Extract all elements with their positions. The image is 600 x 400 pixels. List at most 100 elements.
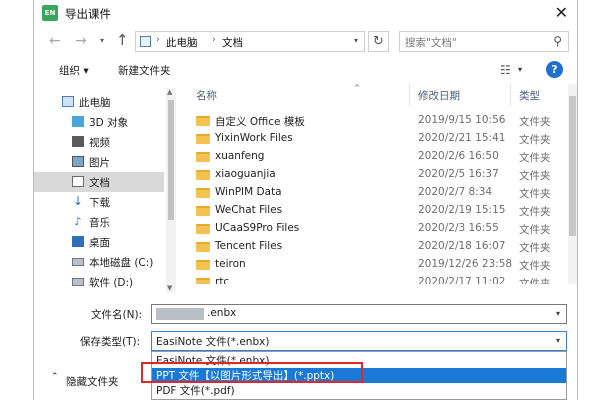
file-row[interactable]: YixinWork Files 2020/2/21 15:41 文件夹 [182,130,572,148]
download-icon: ↓ [72,194,84,208]
file-type: 文件夹 [519,278,551,284]
file-row[interactable]: WeChat Files 2020/2/19 15:15 文件夹 [182,202,572,220]
filetype-dropdown-list: EasiNote 文件(*.enbx) PPT 文件【以图片形式导出】(*.pp… [151,351,567,400]
column-header-type[interactable]: 类型 [519,84,540,106]
export-dialog: EN 导出课件 ✕ ← → ▾ ↑ › 此电脑 › 文档 ▾ ↻ 搜索"文档" … [33,0,578,400]
chevron-up-icon[interactable]: ⌃ [51,372,59,382]
sidebar-item-drive-c[interactable]: 本地磁盘 (C:) [34,252,164,272]
file-row[interactable]: rtc 2020/2/17 11:02 文件夹 [182,274,572,284]
file-type: 文件夹 [519,260,551,272]
file-type: 文件夹 [519,224,551,236]
folder-icon [196,152,210,162]
close-icon[interactable]: ✕ [555,3,568,22]
view-options-icon[interactable]: ☷ [500,63,511,77]
folder-icon [196,260,210,270]
breadcrumb-documents[interactable]: 文档 [222,35,243,50]
column-header-name[interactable]: 名称 [196,84,217,106]
breadcrumb-separator-icon[interactable]: › [156,35,160,45]
sidebar-item-label: 文档 [89,177,110,189]
refresh-icon[interactable]: ↻ [368,31,389,52]
sidebar-item-label: 软件 (D:) [89,277,134,289]
sidebar-item-videos[interactable]: 视频 [34,132,164,152]
breadcrumb-separator-icon[interactable]: › [212,35,216,45]
filetype-option-enbx[interactable]: EasiNote 文件(*.enbx) [152,353,566,368]
back-arrow-icon[interactable]: ← [49,33,61,49]
new-folder-button[interactable]: 新建文件夹 [118,63,171,78]
file-name: 自定义 Office 模板 [215,116,305,128]
file-row[interactable]: xiaoguanjia 2020/2/5 16:37 文件夹 [182,166,572,184]
forward-arrow-icon[interactable]: → [75,33,87,49]
sidebar-item-desktop[interactable]: 桌面 [34,232,164,252]
file-name: rtc [215,276,230,284]
hide-folders-button[interactable]: 隐藏文件夹 [66,374,119,389]
file-row[interactable]: UCaaS9Pro Files 2020/2/3 16:55 文件夹 [182,220,572,238]
sidebar-item-label: 图片 [89,157,110,169]
sidebar-item-downloads[interactable]: ↓ 下载 [34,192,164,212]
folder-icon [196,170,210,180]
breadcrumb-this-pc[interactable]: 此电脑 [166,35,198,50]
address-chevron-down-icon[interactable]: ▾ [354,36,358,45]
file-list-scrollbar[interactable] [568,84,577,284]
column-divider[interactable] [510,84,511,106]
sidebar-scrollbar[interactable]: ▲ ▼ [166,88,176,293]
scroll-up-icon[interactable]: ▲ [167,88,172,96]
column-header-date[interactable]: 修改日期 [418,84,460,106]
pictures-icon [72,156,84,167]
organize-button[interactable]: 组织 ▾ [59,63,89,78]
file-date: 2020/2/19 15:15 [418,204,506,216]
search-icon[interactable]: ⚲ [553,34,562,48]
sidebar-item-label: 音乐 [89,217,110,229]
filetype-selected-value: EasiNote 文件(*.enbx) [156,336,270,348]
title-bar: EN 导出课件 ✕ [34,0,577,28]
sidebar-item-label: 桌面 [89,237,110,249]
sidebar-item-this-pc[interactable]: 此电脑 [34,92,164,112]
chevron-down-icon[interactable]: ▾ [556,309,560,318]
file-name: xiaoguanjia [215,168,276,180]
file-name: UCaaS9Pro Files [215,222,300,234]
filetype-option-pptx[interactable]: PPT 文件【以图片形式导出】(*.pptx) [152,368,566,383]
filename-field[interactable]: .enbx ▾ [151,304,567,324]
file-type: 文件夹 [519,206,551,218]
help-icon[interactable]: ? [546,61,563,78]
file-row[interactable]: 自定义 Office 模板 2019/9/15 10:56 文件夹 [182,112,572,130]
file-name: xuanfeng [215,150,265,162]
file-type: 文件夹 [519,134,551,146]
file-name: WeChat Files [215,204,283,216]
navigation-bar: ← → ▾ ↑ › 此电脑 › 文档 ▾ ↻ 搜索"文档" ⚲ [34,28,577,56]
sidebar-item-documents[interactable]: 文档 [34,172,164,192]
file-list: ^ 名称 修改日期 类型 自定义 Office 模板 2019/9/15 10:… [182,84,579,284]
file-name: teiron [215,258,246,270]
sort-caret-icon: ^ [354,84,360,92]
scrollbar-thumb[interactable] [168,100,174,220]
filetype-select[interactable]: EasiNote 文件(*.enbx) ▾ [151,331,567,351]
sidebar-item-drive-d[interactable]: 软件 (D:) [34,272,164,292]
file-date: 2020/2/5 16:37 [418,168,499,180]
sidebar-item-label: 下载 [89,197,110,209]
sidebar-item-music[interactable]: ♪ 音乐 [34,212,164,232]
sidebar-item-3d-objects[interactable]: 3D 对象 [34,112,164,132]
app-icon: EN [42,5,58,21]
column-divider[interactable] [409,84,410,106]
file-row[interactable]: Tencent Files 2020/2/18 16:07 文件夹 [182,238,572,256]
filetype-option-pdf[interactable]: PDF 文件(*.pdf) [152,383,566,398]
folder-icon [196,188,210,198]
address-bar[interactable]: › 此电脑 › 文档 ▾ [135,31,365,52]
scroll-down-icon[interactable]: ▼ [167,284,172,292]
pc-icon [140,36,151,47]
folder-icon [196,206,210,216]
chevron-down-icon[interactable]: ▾ [556,336,560,345]
sidebar-item-pictures[interactable]: 图片 [34,152,164,172]
view-chevron-down-icon[interactable]: ▾ [518,65,522,74]
file-row[interactable]: xuanfeng 2020/2/6 16:50 文件夹 [182,148,572,166]
file-date: 2020/2/21 15:41 [418,132,506,144]
search-placeholder: 搜索"文档" [405,37,457,49]
file-row[interactable]: WinPIM Data 2020/2/7 8:34 文件夹 [182,184,572,202]
search-input[interactable]: 搜索"文档" ⚲ [399,31,569,52]
3d-objects-icon [72,116,84,127]
recent-locations-chevron-icon[interactable]: ▾ [100,36,104,45]
sidebar-item-label: 3D 对象 [89,117,129,129]
up-arrow-icon[interactable]: ↑ [116,31,129,49]
scrollbar-thumb[interactable] [569,96,576,236]
folder-icon [196,116,210,126]
file-row[interactable]: teiron 2019/12/26 23:58 文件夹 [182,256,572,274]
